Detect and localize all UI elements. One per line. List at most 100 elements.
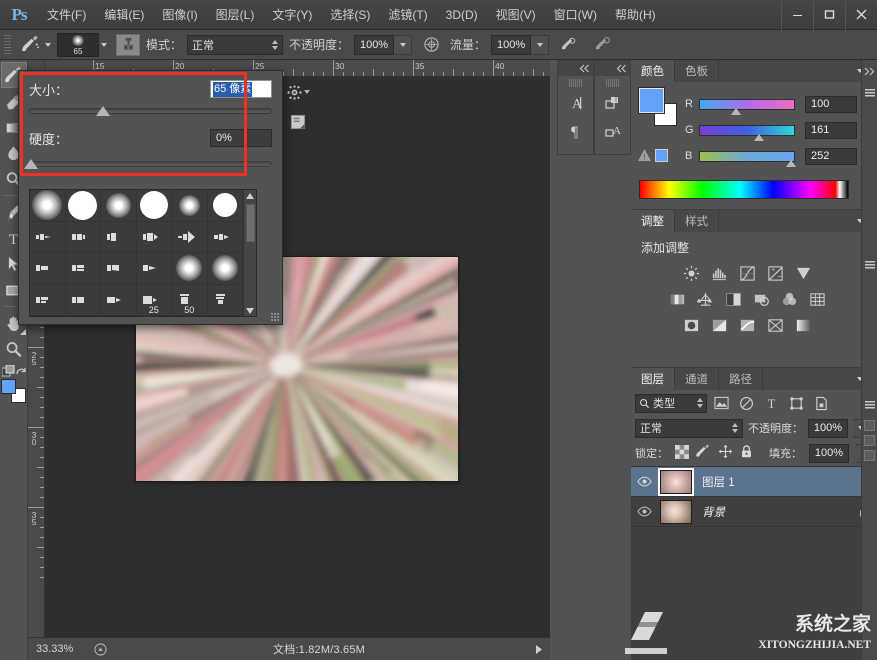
close-button[interactable] [845,0,877,30]
brush-scroll-down-icon[interactable] [244,305,256,316]
channel-value-g[interactable]: 161 [805,122,857,139]
channel-thumb-b[interactable] [786,160,796,167]
brush-tool-dropdown-caret[interactable] [45,43,51,47]
brush-preset-cell[interactable] [208,190,244,222]
brush-preset-cell[interactable] [101,253,137,285]
brush-hardness-slider[interactable] [29,161,272,167]
character-icon[interactable]: A [558,89,593,117]
brush-preset-cell[interactable] [66,253,102,285]
layer-filter-kind-select[interactable]: 类型 [635,394,707,413]
color-panel-foreground-swatch[interactable] [639,88,664,113]
brush-preset-grid-container[interactable]: 2550 [29,189,257,317]
mini-dock-collapse-bar-1[interactable] [558,61,593,76]
color-lookup-icon[interactable] [808,290,826,308]
brush-hardness-slider-knob[interactable] [24,159,38,169]
brush-preset-cell[interactable]: 50 [172,285,208,317]
pressure-opacity-icon[interactable] [418,34,444,56]
tablet-pressure-icon[interactable] [589,34,615,56]
layer-comps-icon[interactable] [595,89,630,117]
lock-pixels-icon[interactable] [696,444,711,462]
hue-saturation-icon[interactable] [668,290,686,308]
brush-size-input[interactable]: 65 像素 [210,80,272,98]
layer-name[interactable]: 图层 1 [702,474,873,490]
layer-visibility-icon[interactable] [635,476,654,487]
adobe-text-icon[interactable]: A [595,117,630,145]
new-brush-preset-icon[interactable] [284,107,312,137]
brush-hardness-input[interactable]: 0% [210,129,272,147]
properties-strip-icon[interactable] [864,435,875,446]
history-strip-icon[interactable] [864,420,875,431]
swap-colors-icon[interactable] [15,365,26,376]
layer-thumbnail[interactable] [660,470,692,494]
menu-item-5[interactable]: 选择(S) [321,2,379,27]
zoom-level[interactable]: 33.33% [28,643,90,655]
tab-swatches[interactable]: 色板 [675,60,719,82]
expand-panels-icon[interactable] [862,60,877,82]
channel-slider-g[interactable] [699,125,795,136]
levels-icon[interactable] [710,264,728,282]
layer-name[interactable]: 背景 [702,504,851,520]
flow-dropdown-button[interactable] [531,35,549,55]
layer-thumbnail[interactable] [660,500,692,524]
brush-preset-cell[interactable] [208,253,244,285]
brush-preset-cell[interactable] [101,285,137,317]
brush-preset-cell[interactable] [172,190,208,222]
minimize-button[interactable] [781,0,813,30]
brush-preset-cell[interactable] [172,253,208,285]
posterize-icon[interactable] [710,316,728,334]
maximize-button[interactable] [813,0,845,30]
brightness-contrast-icon[interactable] [682,264,700,282]
layer-blend-mode-select[interactable]: 正常 [635,419,743,438]
brush-preset-cell[interactable] [66,222,102,254]
navigator-strip-icon[interactable] [864,450,875,461]
lock-position-icon[interactable] [718,444,733,462]
color-spectrum-ramp[interactable] [639,180,849,199]
tab-paths[interactable]: 路径 [719,368,763,390]
invert-icon[interactable] [682,316,700,334]
color-panel-swatches[interactable] [639,88,677,126]
menu-item-1[interactable]: 编辑(E) [95,2,153,27]
brush-preset-cell[interactable] [137,190,173,222]
color-swatches[interactable] [1,378,27,404]
brush-preset-cell[interactable] [137,222,173,254]
lock-transparency-icon[interactable] [675,445,689,462]
gear-icon[interactable] [284,77,312,107]
menu-item-3[interactable]: 图层(L) [207,2,264,27]
brush-preset-cell[interactable] [30,285,66,317]
brush-preset-cell[interactable] [66,285,102,317]
brush-size-slider-knob[interactable] [96,106,110,116]
lock-all-icon[interactable] [740,444,753,462]
adjustments-strip-icon[interactable] [862,254,877,276]
smart-object-filter-icon[interactable] [810,393,832,413]
brush-preset-cell[interactable] [30,253,66,285]
adjustment-filter-icon[interactable] [735,393,757,413]
brush-preset-cell[interactable]: 25 [137,285,173,317]
menu-item-7[interactable]: 3D(D) [437,4,487,26]
layer-fill-input[interactable]: 100% [809,444,849,463]
channel-slider-b[interactable] [699,151,795,162]
layer-list[interactable]: 图层 1 背景 [631,466,877,660]
brush-scroll-thumb[interactable] [246,204,255,242]
curves-icon[interactable] [738,264,756,282]
options-bar-grip[interactable] [4,35,11,55]
brush-preset-picker-caret[interactable] [101,43,107,47]
brush-preset-cell[interactable] [101,190,137,222]
tab-channels[interactable]: 通道 [675,368,719,390]
menu-item-9[interactable]: 窗口(W) [545,2,606,27]
color-panel-strip-icon[interactable] [862,82,877,104]
tab-adjustments[interactable]: 调整 [631,210,675,232]
gamut-warning-group[interactable]: ! [637,148,668,162]
opacity-dropdown-button[interactable] [394,35,412,55]
brush-panel-toggle-icon[interactable] [116,34,140,56]
tab-layers[interactable]: 图层 [631,368,675,390]
mini-dock-grip-1[interactable] [569,79,583,87]
channel-slider-r[interactable] [699,99,795,110]
layers-strip-icon[interactable] [862,394,877,416]
menu-item-8[interactable]: 视图(V) [487,2,545,27]
exposure-icon[interactable]: +− [766,264,784,282]
opacity-input[interactable]: 100% [354,35,394,55]
type-filter-icon[interactable]: T [760,393,782,413]
menu-item-0[interactable]: 文件(F) [38,2,95,27]
brush-tool-icon[interactable] [17,34,43,56]
vibrance-icon[interactable] [794,264,812,282]
